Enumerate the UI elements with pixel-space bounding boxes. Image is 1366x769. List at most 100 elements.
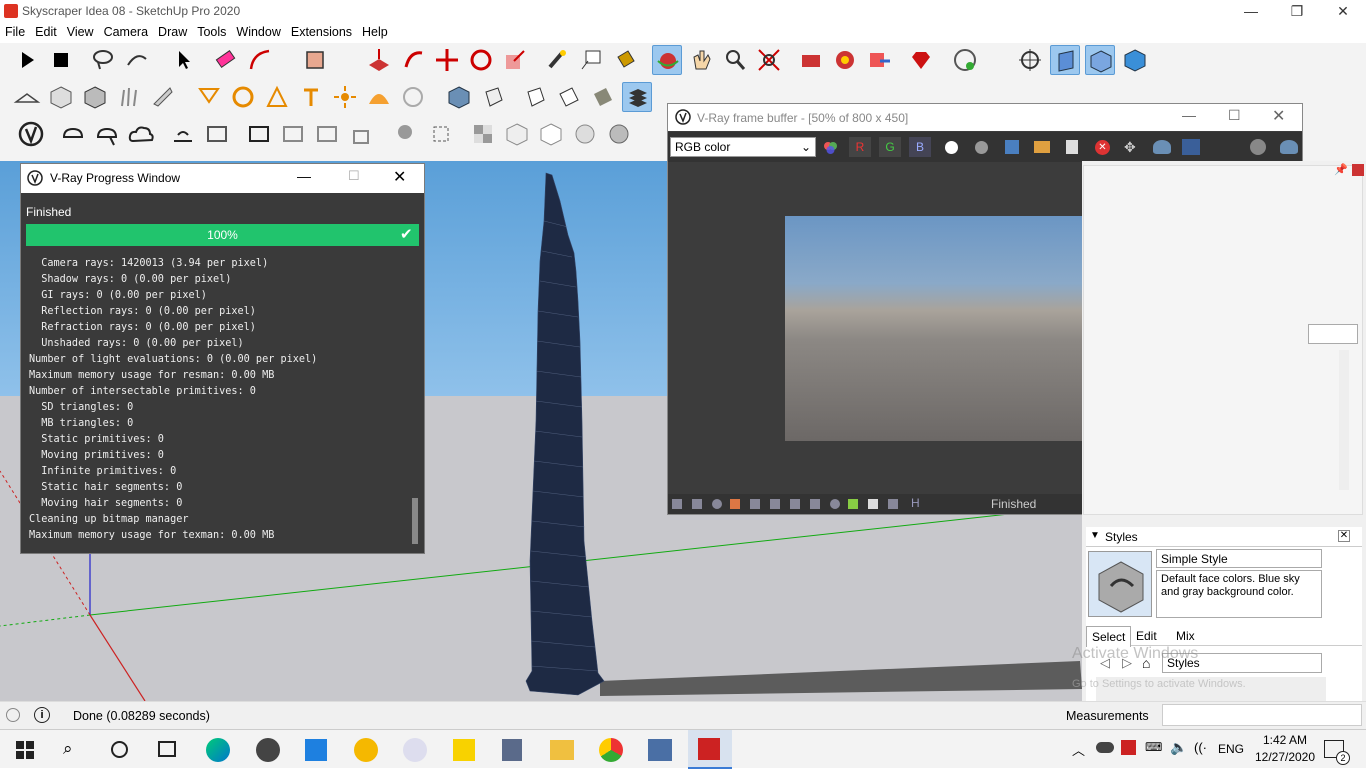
vfb-close-button[interactable]: ✕ <box>1272 106 1285 126</box>
box-icon[interactable] <box>46 82 76 112</box>
mesh-export-icon[interactable] <box>520 82 550 112</box>
cloud-render-icon[interactable] <box>126 119 156 149</box>
proxy-icon[interactable] <box>478 82 508 112</box>
clipper-icon[interactable] <box>148 82 178 112</box>
histogram-icon[interactable] <box>1182 139 1200 155</box>
frame-buffer-icon[interactable] <box>202 119 232 149</box>
interactive-render-icon[interactable] <box>92 119 122 149</box>
clock-time[interactable]: 1:42 AM <box>1255 733 1315 747</box>
lock-camera-icon[interactable] <box>346 119 376 149</box>
omni-light-icon[interactable] <box>296 82 326 112</box>
progress-maximize-button[interactable]: ☐ <box>348 168 360 184</box>
rotate-icon[interactable] <box>466 45 496 75</box>
text-label-icon[interactable] <box>576 45 606 75</box>
pencil-sketch-icon[interactable] <box>122 45 152 75</box>
language-indicator[interactable]: ENG <box>1218 742 1244 756</box>
render-teapot-icon[interactable] <box>1153 140 1171 154</box>
file-explorer-icon[interactable] <box>550 740 574 760</box>
sun-light-icon[interactable] <box>330 82 360 112</box>
clock-date[interactable]: 12/27/2020 <box>1249 750 1321 764</box>
ies-light-icon[interactable] <box>262 82 292 112</box>
push-pull-icon[interactable] <box>364 45 394 75</box>
account-icon[interactable] <box>950 45 980 75</box>
menu-camera[interactable]: Camera <box>99 23 153 41</box>
sandbox-icon[interactable] <box>12 82 42 112</box>
menu-draw[interactable]: Draw <box>153 23 192 41</box>
follow-me-icon[interactable] <box>398 45 428 75</box>
sphere-checker-icon[interactable] <box>604 119 634 149</box>
warehouse-icon[interactable] <box>796 45 826 75</box>
sphere-grid-icon[interactable] <box>570 119 600 149</box>
remote-desktop-icon[interactable] <box>648 739 672 761</box>
styles-close-icon[interactable]: ✕ <box>1338 530 1350 542</box>
search-icon[interactable]: ⌕ <box>63 739 73 759</box>
paint-bucket-icon[interactable] <box>610 45 640 75</box>
green-channel-button[interactable]: G <box>879 137 901 157</box>
menu-extensions[interactable]: Extensions <box>286 23 357 41</box>
red-channel-button[interactable]: R <box>849 137 871 157</box>
menu-file[interactable]: File <box>0 23 30 41</box>
move-icon[interactable] <box>432 45 462 75</box>
infinite-plane-icon[interactable] <box>444 82 474 112</box>
menu-edit[interactable]: Edit <box>30 23 62 41</box>
pin-icon[interactable]: 📌 <box>1334 163 1348 176</box>
dome-light-icon[interactable] <box>364 82 394 112</box>
h-button[interactable]: H <box>911 496 920 510</box>
chevron-up-icon[interactable]: ︿ <box>1072 740 1085 759</box>
stop-icon[interactable] <box>46 45 76 75</box>
white-point-icon[interactable] <box>945 141 958 154</box>
stacked-layers-icon[interactable] <box>622 82 652 112</box>
blue-channel-button[interactable]: B <box>909 137 931 157</box>
share-model-icon[interactable] <box>864 45 894 75</box>
tab-select[interactable]: Select <box>1086 626 1132 647</box>
edge-browser-icon[interactable] <box>206 738 230 762</box>
windows-start-icon[interactable] <box>16 741 34 762</box>
section-cut-icon[interactable] <box>1120 45 1150 75</box>
calendar-icon[interactable] <box>305 739 327 761</box>
tray-close-icon[interactable] <box>1352 164 1364 176</box>
orbit-icon[interactable] <box>652 45 682 75</box>
geo-location-icon[interactable] <box>6 708 20 722</box>
task-view-icon[interactable] <box>158 741 176 757</box>
lasso-icon[interactable] <box>88 45 118 75</box>
material-sphere-icon[interactable] <box>392 119 422 149</box>
vray-progress-window[interactable]: V-Ray Progress Window — ☐ ✕ Finished 100… <box>20 163 425 554</box>
save-icon[interactable] <box>1005 140 1019 154</box>
menu-window[interactable]: Window <box>231 23 285 41</box>
teapot-render-icon[interactable] <box>58 119 88 149</box>
close-button[interactable]: ✕ <box>1320 0 1366 23</box>
position-camera-icon[interactable] <box>1015 45 1045 75</box>
style-description[interactable]: Default face colors. Blue sky and gray b… <box>1156 570 1322 618</box>
vfb-bottom-tools[interactable] <box>672 498 972 510</box>
asset-editor-icon[interactable] <box>168 119 198 149</box>
ruby-console-icon[interactable] <box>906 45 936 75</box>
onedrive-icon[interactable] <box>1096 742 1114 753</box>
tab-mix[interactable]: Mix <box>1176 629 1195 643</box>
menu-view[interactable]: View <box>62 23 99 41</box>
sticky-notes-icon[interactable] <box>453 739 475 761</box>
progress-close-button[interactable]: ✕ <box>393 167 406 187</box>
mesh-light-icon[interactable] <box>398 82 428 112</box>
measurements-input[interactable] <box>1162 704 1362 726</box>
clear-image-icon[interactable]: ✕ <box>1095 140 1110 155</box>
vray-logo-icon[interactable] <box>16 119 46 149</box>
wifi-icon[interactable]: ((· <box>1194 740 1207 755</box>
yandex-icon[interactable] <box>256 738 280 762</box>
paint-icon[interactable] <box>403 738 427 762</box>
vfb-maximize-button[interactable]: ☐ <box>1228 107 1241 124</box>
progress-log[interactable]: Camera rays: 1420013 (3.94 per pixel) Sh… <box>25 248 420 550</box>
sketchup-taskbar-button[interactable] <box>688 730 732 769</box>
rectangle-icon[interactable] <box>300 45 330 75</box>
speaker-icon[interactable]: 🔈 <box>1170 739 1187 756</box>
scene-interact-icon[interactable] <box>588 82 618 112</box>
section-display-icon[interactable] <box>1085 45 1115 75</box>
lighting-analysis-icon[interactable] <box>278 119 308 149</box>
play-icon[interactable] <box>12 45 42 75</box>
material-picker-icon[interactable] <box>426 119 456 149</box>
color-channels-icon[interactable] <box>822 139 840 157</box>
render-icon[interactable] <box>1280 140 1298 154</box>
menu-tools[interactable]: Tools <box>192 23 231 41</box>
log-scrollbar[interactable] <box>412 498 418 544</box>
tape-measure-icon[interactable] <box>542 45 572 75</box>
render-region-icon[interactable] <box>244 119 274 149</box>
